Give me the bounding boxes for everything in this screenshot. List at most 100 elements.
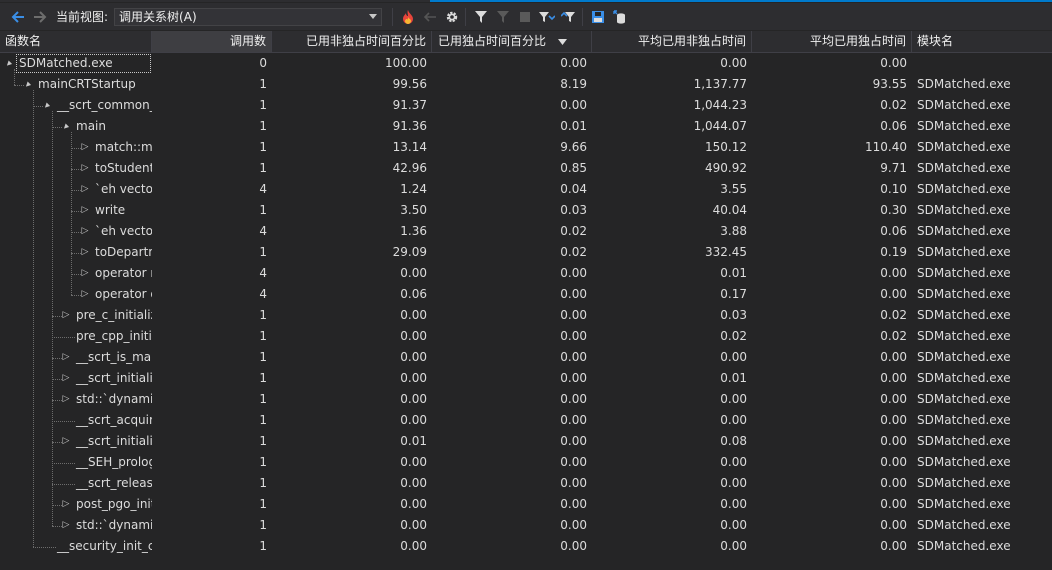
function-name: __security_init_cookie (57, 539, 152, 553)
expand-triangle-icon[interactable]: ▷ (80, 158, 90, 179)
call-count-cell: 1 (259, 371, 267, 385)
back-arrow-icon[interactable] (8, 7, 28, 27)
table-row[interactable]: ▲ main 1 91.36 0.01 1,044.07 0.06 SDMatched.exe (0, 116, 1052, 137)
expand-triangle-icon[interactable]: ▷ (61, 494, 71, 515)
table-row[interactable]: ▷ __scrt_initialize_onexit_tables 1 0.01 0.0… (0, 431, 1052, 452)
exclusive-percent-cell: 0.03 (560, 203, 587, 217)
avg-exclusive-cell: 0.00 (880, 350, 907, 364)
module-name-cell: SDMatched.exe (917, 413, 1011, 427)
table-row[interactable]: ▷ toStudent 1 42.96 0.85 490.92 9.71 SDMatched.… (0, 158, 1052, 179)
table-row[interactable]: ▷ post_pgo_initialization 1 0.00 0.00 0.00 0.0… (0, 494, 1052, 515)
expand-triangle-icon[interactable]: ▷ (80, 200, 90, 221)
exclusive-percent-cell: 0.00 (560, 392, 587, 406)
module-name-cell: SDMatched.exe (917, 77, 1011, 91)
table-row[interactable]: ▷ __scrt_initialize_crt 1 0.00 0.00 0.01 0.00 S… (0, 368, 1052, 389)
forward-arrow-icon[interactable] (30, 7, 50, 27)
function-name-cell: ▷ toDepartment (0, 242, 152, 263)
function-name: __scrt_acquire_startup_lock (76, 413, 152, 427)
avg-exclusive-cell: 0.00 (880, 371, 907, 385)
call-count-cell: 1 (259, 392, 267, 406)
avg-inclusive-cell: 3.88 (720, 224, 747, 238)
column-header-avg-inclusive[interactable]: 平均已用非独占时间 (592, 31, 752, 52)
call-count-cell: 1 (259, 329, 267, 343)
table-row[interactable]: ▷ operator new 4 0.00 0.00 0.01 0.00 SDMatched.… (0, 263, 1052, 284)
expand-filter-icon[interactable] (537, 7, 557, 27)
expand-triangle-icon[interactable]: ▷ (80, 263, 90, 284)
function-name: toStudent (95, 161, 152, 175)
table-row[interactable]: ▲ SDMatched.exe 0 100.00 0.00 0.00 0.00 (0, 53, 1052, 74)
table-row[interactable]: ▷ `eh vector constructor iterator' 4 1.36 0.… (0, 221, 1052, 242)
call-count-cell: 1 (259, 350, 267, 364)
expand-triangle-icon[interactable]: ▷ (80, 284, 90, 305)
expand-triangle-icon[interactable]: ▷ (61, 368, 71, 389)
table-row[interactable]: ▷ toDepartment 1 29.09 0.02 332.45 0.19 SDMatch… (0, 242, 1052, 263)
expand-triangle-icon[interactable]: ▷ (61, 515, 71, 536)
expand-triangle-icon[interactable]: ▷ (61, 347, 71, 368)
column-header-call-count[interactable]: 调用数 (152, 31, 272, 52)
exclusive-percent-cell: 9.66 (560, 140, 587, 154)
column-header-exclusive-percent[interactable]: 已用独占时间百分比 (432, 31, 592, 52)
avg-inclusive-cell: 490.92 (705, 161, 747, 175)
table-row[interactable]: ▷ __scrt_is_managed_app 1 0.00 0.00 0.00 0.00 S… (0, 347, 1052, 368)
expand-triangle-icon[interactable]: ▷ (61, 305, 71, 326)
table-row[interactable]: __security_init_cookie 1 0.00 0.00 0.00 0.00 S… (0, 536, 1052, 557)
module-name-cell: SDMatched.exe (917, 266, 1011, 280)
column-header-avg-exclusive[interactable]: 平均已用独占时间 (752, 31, 912, 52)
hot-path-flame-icon[interactable] (398, 7, 418, 27)
column-header-module-name[interactable]: 模块名 (912, 31, 1052, 52)
module-name-cell: SDMatched.exe (917, 245, 1011, 259)
filter-disabled-icon[interactable] (493, 7, 513, 27)
function-name-cell: ▷ operator delete (0, 284, 152, 305)
gear-icon[interactable] (442, 7, 462, 27)
function-name-cell: ▷ match::match (0, 137, 152, 158)
save-icon[interactable] (588, 7, 608, 27)
expand-triangle-icon[interactable]: ▷ (61, 431, 71, 452)
avg-inclusive-cell: 0.00 (720, 392, 747, 406)
collapse-filter-icon[interactable] (559, 7, 579, 27)
expand-triangle-icon[interactable]: ▷ (80, 179, 90, 200)
avg-exclusive-cell: 0.00 (880, 287, 907, 301)
avg-exclusive-cell: 0.00 (880, 539, 907, 553)
show-just-my-code-arrow-icon[interactable] (420, 7, 440, 27)
toolbar-separator (582, 7, 584, 26)
table-row[interactable]: __scrt_release_startup_lock 1 0.00 0.00 0.00… (0, 473, 1052, 494)
avg-exclusive-cell: 93.55 (872, 77, 907, 91)
function-name-cell: ▷ pre_c_initialization (0, 305, 152, 326)
table-row[interactable]: ▷ std::`dynamic initializer' 1 0.00 0.00 0.00… (0, 389, 1052, 410)
view-select[interactable]: 调用关系树(A) (114, 7, 383, 26)
table-row[interactable]: ▷ operator delete 4 0.06 0.00 0.17 0.00 SDMatch… (0, 284, 1052, 305)
table-row[interactable]: __scrt_acquire_startup_lock 1 0.00 0.00 0.00… (0, 410, 1052, 431)
export-data-icon[interactable] (610, 7, 630, 27)
function-name-cell: __scrt_acquire_startup_lock (0, 410, 152, 431)
exclusive-percent-cell: 0.02 (560, 224, 587, 238)
expand-triangle-icon[interactable]: ▷ (80, 221, 90, 242)
avg-exclusive-cell: 0.02 (880, 308, 907, 322)
function-name: __scrt_initialize_onexit_tables (76, 434, 152, 448)
function-name: pre_cpp_initialization (76, 329, 152, 343)
expand-triangle-icon[interactable]: ▷ (80, 137, 90, 158)
expand-triangle-icon[interactable]: ▷ (61, 389, 71, 410)
expand-triangle-icon[interactable]: ▷ (80, 242, 90, 263)
table-row[interactable]: ▲__scrt_common_main_seh 1 91.37 0.00 1,044.2… (0, 95, 1052, 116)
table-row[interactable]: ▷ std::`dynamic initializer' 1 0.00 0.00 0.00… (0, 515, 1052, 536)
table-row[interactable]: ▲ mainCRTStartup 1 99.56 8.19 1,137.77 93.55 SD… (0, 74, 1052, 95)
module-name-cell: SDMatched.exe (917, 497, 1011, 511)
stop-icon[interactable] (515, 7, 535, 27)
table-row[interactable]: ▷ `eh vector destructor iterator' 4 1.24 0.0… (0, 179, 1052, 200)
table-row[interactable]: ▷ write 1 3.50 0.03 40.04 0.30 SDMatched.exe (0, 200, 1052, 221)
inclusive-percent-cell: 0.00 (400, 392, 427, 406)
module-name-cell: SDMatched.exe (917, 140, 1011, 154)
column-header-inclusive-percent[interactable]: 已用非独占时间百分比 (272, 31, 432, 52)
table-row[interactable]: ▷ match::match 1 13.14 9.66 150.12 110.40 SDMat… (0, 137, 1052, 158)
avg-inclusive-cell: 150.12 (705, 140, 747, 154)
avg-exclusive-cell: 0.30 (880, 203, 907, 217)
table-row[interactable]: __SEH_prolog4 1 0.00 0.00 0.00 0.00 SDMatched.… (0, 452, 1052, 473)
column-header-function-name[interactable]: 函数名 (0, 31, 152, 52)
call-count-cell: 1 (259, 434, 267, 448)
table-row[interactable]: ▷ pre_c_initialization 1 0.00 0.00 0.03 0.02 SD… (0, 305, 1052, 326)
call-count-cell: 1 (259, 476, 267, 490)
inclusive-percent-cell: 1.36 (400, 224, 427, 238)
module-name-cell: SDMatched.exe (917, 308, 1011, 322)
filter-icon[interactable] (471, 7, 491, 27)
table-row[interactable]: pre_cpp_initialization 1 0.00 0.00 0.02 0.02 S… (0, 326, 1052, 347)
